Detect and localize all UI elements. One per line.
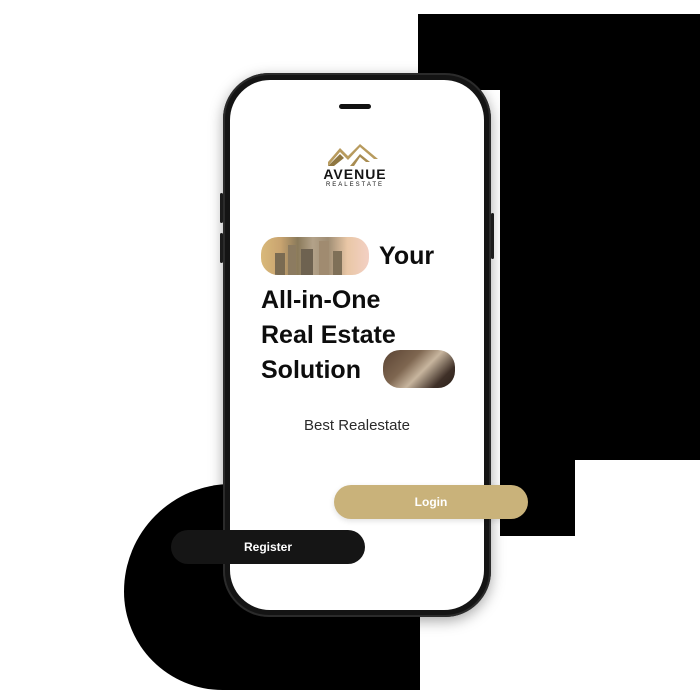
living-room-image	[383, 350, 455, 388]
tagline: Best Realestate	[304, 417, 410, 434]
city-skyline-image	[261, 237, 369, 275]
phone-volume-button	[220, 233, 223, 263]
brand-subtitle: REALESTATE	[325, 182, 385, 188]
phone-volume-button	[220, 193, 223, 223]
headline-line-4: Solution	[261, 356, 361, 384]
headline-line-2: All-in-One	[261, 286, 381, 314]
headline-line-1: Your	[379, 242, 435, 270]
house-roof-logo-icon	[328, 144, 378, 166]
register-button[interactable]: Register	[171, 530, 365, 564]
login-button[interactable]: Login	[334, 485, 528, 519]
phone-power-button	[491, 213, 494, 259]
backdrop-cutout	[575, 460, 700, 550]
speaker-notch	[339, 104, 371, 109]
app-showcase: AVENUE REALESTATE Your All-in-One Real E…	[0, 0, 700, 700]
brand-name: AVENUE	[323, 166, 387, 182]
brand-logo: AVENUE REALESTATE	[323, 144, 387, 202]
headline-line-3: Real Estate	[261, 321, 396, 349]
